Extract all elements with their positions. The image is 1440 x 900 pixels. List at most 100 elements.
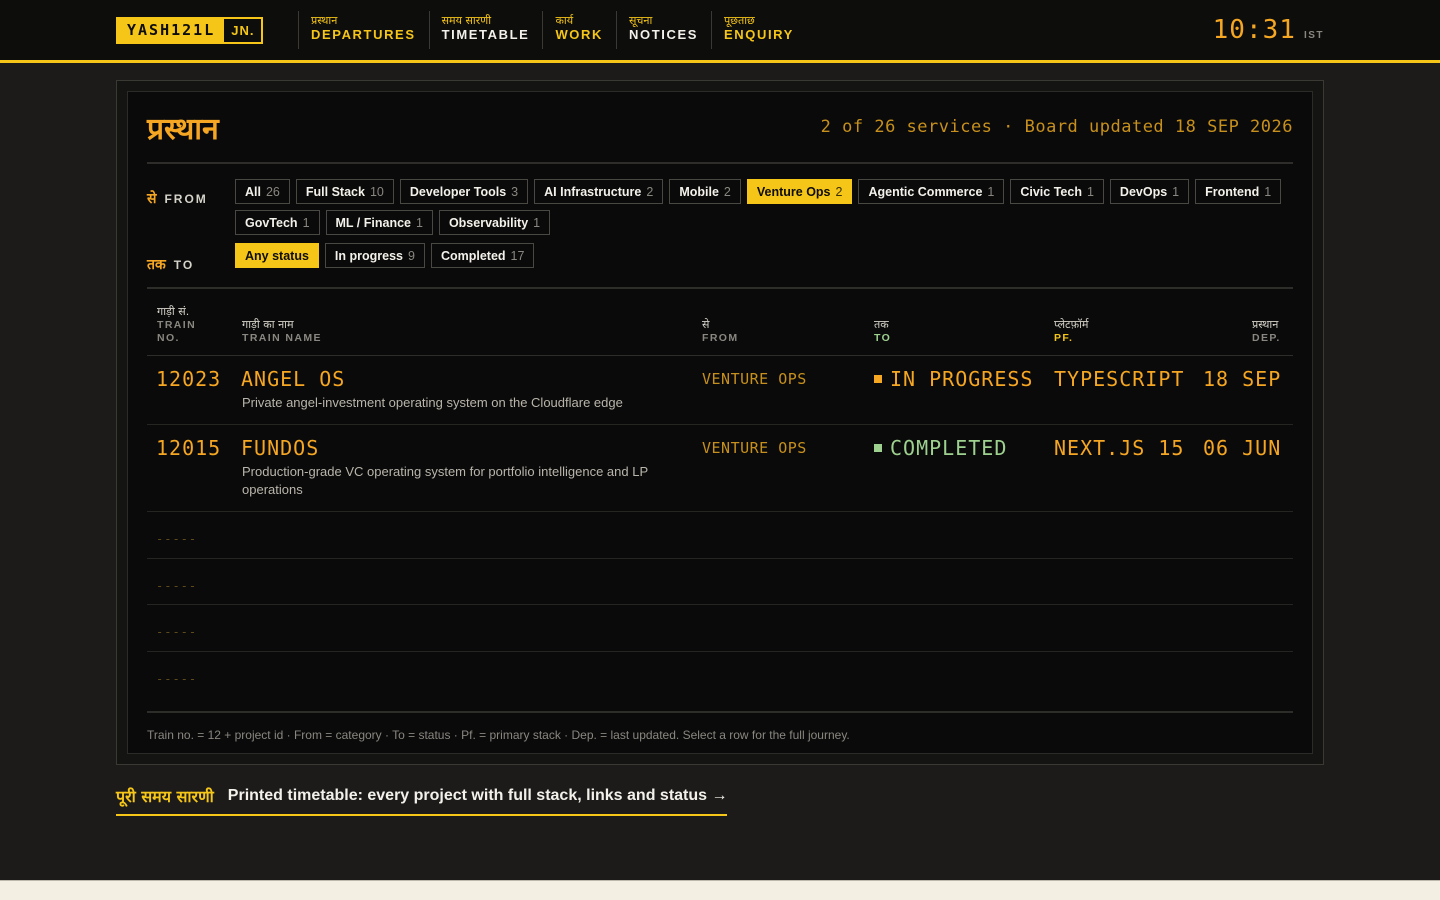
clock-time: 10:31 xyxy=(1212,15,1296,45)
category-filter-chip[interactable]: AI Infrastructure 2 xyxy=(534,179,664,204)
chip-label: DevOps xyxy=(1119,184,1168,199)
nav-label: DEPARTURES xyxy=(311,27,416,42)
col-to: तक TO xyxy=(874,318,891,345)
from-label: FROM xyxy=(164,192,208,206)
clock-timezone: IST xyxy=(1303,30,1324,41)
chip-label: Developer Tools xyxy=(409,184,507,199)
board-footnote: Train no. = 12 + project id · From = cat… xyxy=(147,711,1293,753)
empty-row: ----- xyxy=(147,605,1293,652)
departures-board-frame: प्रस्थान 2 of 26 services · Board update… xyxy=(116,80,1324,765)
chip-label: In progress xyxy=(334,248,403,263)
status-text: COMPLETED xyxy=(890,436,1008,460)
site-logo[interactable]: YASH121L JN. xyxy=(116,17,264,44)
train-from: VENTURE OPS xyxy=(702,370,807,388)
category-filter-chip[interactable]: Agentic Commerce 1 xyxy=(858,179,1005,204)
train-departure: 06 JUN xyxy=(1203,436,1282,460)
timetable-link-text: Printed timetable: every project with fu… xyxy=(227,787,728,804)
chip-label: Any status xyxy=(245,248,309,263)
chip-count: 1 xyxy=(987,184,995,199)
nav-departures[interactable]: प्रस्थान DEPARTURES xyxy=(298,11,429,49)
nav-work[interactable]: कार्य WORK xyxy=(542,11,616,49)
clock: 10:31 IST xyxy=(1213,15,1324,45)
category-filter-chip[interactable]: Developer Tools 3 xyxy=(399,179,529,204)
empty-row: ----- xyxy=(147,559,1293,605)
category-filter-chip[interactable]: Venture Ops 2 xyxy=(746,179,853,204)
page-bottom-strip xyxy=(0,880,1440,900)
category-filter-chip[interactable]: Observability 1 xyxy=(438,210,551,235)
nav-label: TIMETABLE xyxy=(441,27,530,42)
empty-placeholder: ----- xyxy=(156,625,198,639)
col-hindi: गाड़ी का नाम xyxy=(242,318,294,331)
full-timetable-link[interactable]: पूरी समय सारणी Printed timetable: every … xyxy=(116,784,728,816)
col-from: से FROM xyxy=(702,318,739,345)
chip-label: Full Stack xyxy=(305,184,365,199)
col-train-name: गाड़ी का नाम TRAIN NAME xyxy=(242,318,322,345)
train-status: COMPLETED xyxy=(874,436,1007,460)
train-name: FUNDOS xyxy=(241,436,320,460)
board-title: प्रस्थान xyxy=(147,111,219,147)
chip-count: 1 xyxy=(302,215,310,230)
chip-label: AI Infrastructure xyxy=(544,184,642,199)
train-number: 12023 xyxy=(156,367,222,391)
chip-count: 2 xyxy=(835,184,843,199)
chip-count: 2 xyxy=(646,184,654,199)
nav-enquiry[interactable]: पूछताछ ENQUIRY xyxy=(710,11,807,49)
category-filter-chip[interactable]: Civic Tech 1 xyxy=(1010,179,1104,204)
status-chips: Any status In progress 9 Completed 17 xyxy=(235,243,1293,274)
category-filter-chip[interactable]: Mobile 2 xyxy=(669,179,741,204)
col-hindi: तक xyxy=(874,318,889,331)
col-label: FROM xyxy=(702,332,739,344)
col-departure: प्रस्थान DEP. xyxy=(1252,318,1281,345)
col-hindi: प्रस्थान xyxy=(1252,318,1279,331)
status-filter-chip[interactable]: In progress 9 xyxy=(324,243,425,268)
category-filter-chip[interactable]: All 26 xyxy=(235,179,290,204)
status-filter-chip[interactable]: Any status xyxy=(235,243,319,268)
table-row[interactable]: 12023 ANGEL OS Private angel-investment … xyxy=(147,356,1293,425)
category-filter-chip[interactable]: Full Stack 10 xyxy=(295,179,394,204)
nav-label-hindi: कार्य xyxy=(555,14,574,27)
chip-count: 9 xyxy=(407,248,415,263)
status-square-icon xyxy=(874,444,882,452)
category-filter-chip[interactable]: Frontend 1 xyxy=(1195,179,1282,204)
col-label-2: NO. xyxy=(157,332,180,344)
col-platform: प्लेटफ़ॉर्म PF. xyxy=(1054,318,1089,345)
category-filter-chip[interactable]: DevOps 1 xyxy=(1109,179,1190,204)
chip-label: ML / Finance xyxy=(335,215,411,230)
category-filter-row: से FROM All 26 Full Stack 10 Developer Tools… xyxy=(147,179,1293,235)
col-label: TO xyxy=(874,332,892,344)
chip-count: 10 xyxy=(369,184,384,199)
train-platform: NEXT.JS 15 xyxy=(1054,436,1185,460)
status-filter-row: तक TO Any status In progress 9 Completed 17 xyxy=(147,243,1293,274)
chip-label: Civic Tech xyxy=(1020,184,1082,199)
nav-notices[interactable]: सूचना NOTICES xyxy=(616,11,711,49)
chip-count: 3 xyxy=(511,184,519,199)
chip-label: Venture Ops xyxy=(756,184,831,199)
category-chips: All 26 Full Stack 10 Developer Tools 3 AI Infr… xyxy=(235,179,1293,235)
table-row[interactable]: 12015 FUNDOS Production-grade VC operati… xyxy=(147,425,1293,512)
timetable-link-hindi: पूरी समय सारणी xyxy=(116,787,214,806)
category-filter-chip[interactable]: ML / Finance 1 xyxy=(325,210,433,235)
from-label-hindi: से xyxy=(147,191,157,207)
col-hindi: प्लेटफ़ॉर्म xyxy=(1054,318,1089,331)
category-filter-chip[interactable]: GovTech 1 xyxy=(235,210,320,235)
nav-timetable[interactable]: समय सारणी TIMETABLE xyxy=(428,11,543,49)
col-label: DEP. xyxy=(1252,332,1281,344)
status-square-icon xyxy=(874,375,882,383)
train-status: IN PROGRESS xyxy=(874,367,1033,391)
chip-label: Agentic Commerce xyxy=(868,184,983,199)
chip-label: Mobile xyxy=(679,184,719,199)
departures-board: प्रस्थान 2 of 26 services · Board update… xyxy=(127,91,1313,754)
chip-count: 1 xyxy=(416,215,423,230)
nav-label-hindi: पूछताछ xyxy=(723,14,755,27)
status-filter-chip[interactable]: Completed 17 xyxy=(430,243,535,268)
chip-count: 26 xyxy=(265,184,280,199)
chip-count: 2 xyxy=(723,184,731,199)
status-text: IN PROGRESS xyxy=(890,367,1034,391)
chip-label: Observability xyxy=(448,215,529,230)
board-header: प्रस्थान 2 of 26 services · Board update… xyxy=(147,92,1293,164)
chip-count: 1 xyxy=(533,215,541,230)
empty-placeholder: ----- xyxy=(156,578,198,593)
from-filter-label: से FROM xyxy=(147,179,235,235)
main-nav: प्रस्थान DEPARTURES समय सारणी TIMETABLE … xyxy=(298,11,807,49)
empty-placeholder: ----- xyxy=(156,671,198,686)
